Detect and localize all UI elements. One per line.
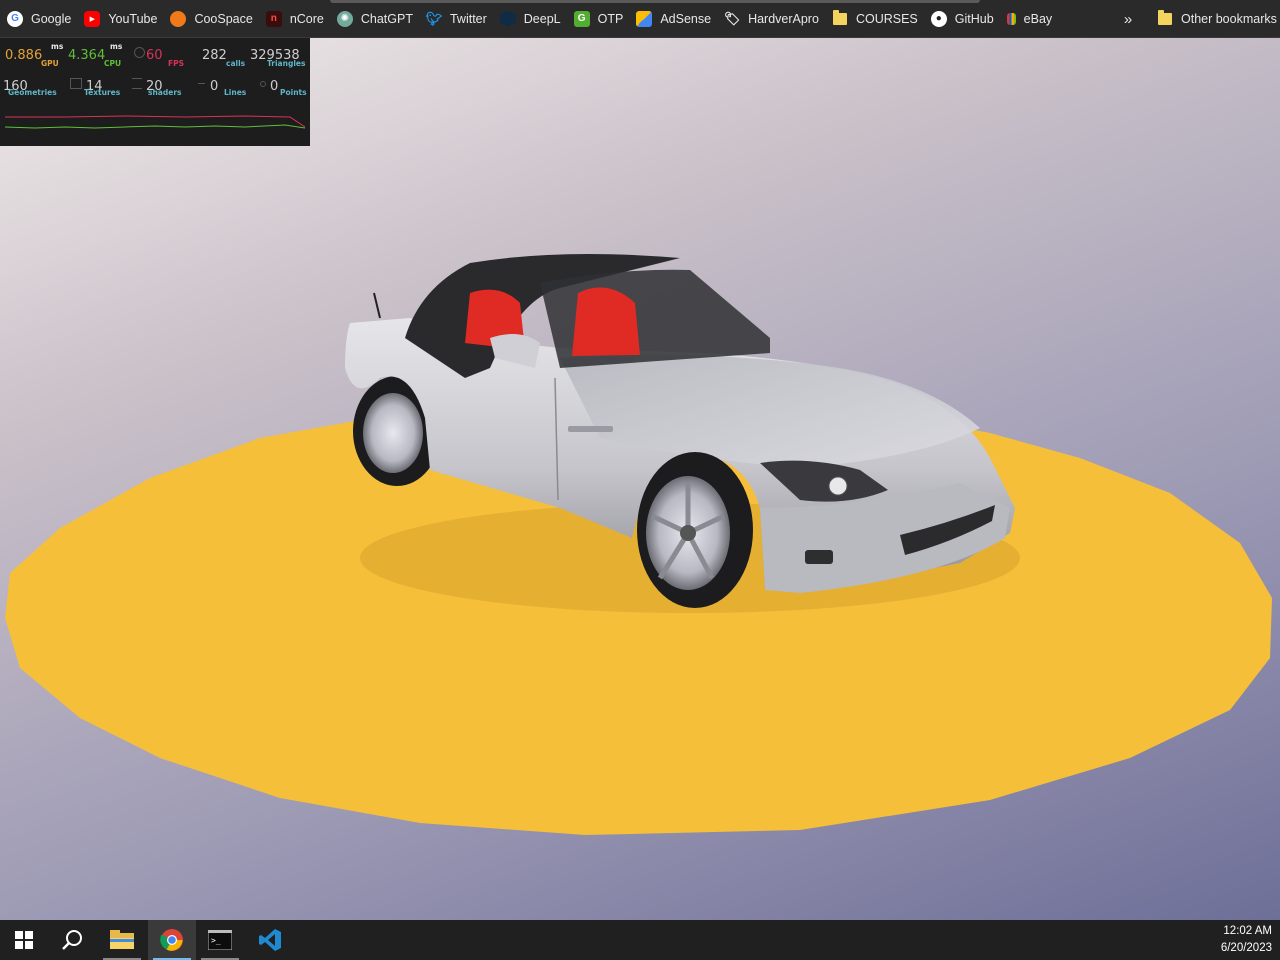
fog-light [805,550,833,564]
line-icon [198,83,205,84]
stat-gpu: 0.886 ms GPU [5,42,64,68]
start-button[interactable] [0,920,48,960]
vscode-button[interactable] [246,920,294,960]
clock-time: 12:02 AM [1223,925,1272,937]
bookmark-folder-courses[interactable]: COURSES [825,5,924,33]
bookmark-adsense[interactable]: AdSense [629,5,717,33]
bookmark-twitter[interactable]: 🐦︎ Twitter [419,5,493,33]
folder-icon [1157,10,1173,27]
github-icon: ● [930,10,947,27]
front-hub [680,525,696,541]
chrome-button[interactable] [148,920,196,960]
bookmark-github[interactable]: ● GitHub [924,5,1000,33]
other-bookmarks[interactable]: Other bookmarks [1150,5,1280,33]
stat-cpu: 4.364 ms CPU [68,42,123,68]
bookmarks-bar: G Google ▶ YouTube CooSpace n nCore ✺ Ch… [0,0,1280,38]
twitter-icon: 🐦︎ [425,10,443,26]
stat-lines: 0 Lines [198,75,246,97]
bookmark-youtube[interactable]: ▶ YouTube [77,5,163,33]
adsense-icon [636,10,653,27]
vscode-icon [259,929,281,951]
youtube-icon: ▶ [84,10,101,27]
cpu-graph-line [5,124,305,129]
terminal-button[interactable]: >_ [196,920,244,960]
google-icon: G [7,10,23,27]
bookmark-google[interactable]: G Google [0,5,77,33]
webgl-canvas[interactable] [0,38,1280,920]
chrome-icon [160,929,183,951]
shader-icon [132,78,142,89]
renderer-stats-panel[interactable]: 0.886 ms GPU 4.364 ms CPU 60 FPS 282 cal… [0,38,310,146]
texture-icon [70,78,82,89]
search-icon [62,930,82,950]
otp-icon: G [573,10,590,27]
stats-graph [5,115,305,129]
file-explorer-button[interactable] [98,920,146,960]
bookmark-otp[interactable]: G OTP [567,5,630,33]
search-button[interactable] [48,920,96,960]
terminal-icon: >_ [208,930,232,950]
folder-icon [832,9,848,27]
bookmarks-overflow-button[interactable]: » [1116,5,1140,33]
folder-icon [110,930,134,949]
stat-fps: 60 FPS [134,44,184,68]
svg-text:>_: >_ [211,936,221,945]
stat-triangles: 329538 Triangles [250,48,306,69]
system-clock[interactable]: 12:02 AM 6/20/2023 [1221,923,1272,957]
chatgpt-icon: ✺ [336,10,353,27]
timer-icon [134,47,145,58]
tab-drag-indicator [330,0,980,3]
bookmark-ebay[interactable]: eBay [1000,5,1059,33]
deepl-icon [499,10,516,27]
coospace-icon [170,10,187,27]
stat-geometries: 160 Geometries [3,79,57,98]
antenna [373,292,381,319]
bookmark-deepl[interactable]: DeepL [493,5,567,33]
bookmark-ncore[interactable]: n nCore [259,5,330,33]
stat-textures: 14 Textures [70,75,120,97]
rear-rim [363,393,423,473]
stat-points: 0 Points [260,75,307,97]
hardverapro-icon: 🏷︎ [723,10,741,26]
point-icon [260,81,266,87]
ebay-icon [1006,12,1016,25]
windows-icon [15,931,33,949]
clock-date: 6/20/2023 [1220,942,1272,954]
headlight-lens [828,476,848,496]
stat-shaders: 20 shaders [132,75,181,97]
bookmark-coospace[interactable]: CooSpace [163,5,258,33]
scene-render [5,254,1272,835]
bookmark-hardverapro[interactable]: 🏷︎ HardverApro [717,5,825,33]
taskbar: >_ 12:02 AM 6/20/2023 [0,920,1280,960]
gpu-graph-line [5,115,305,128]
stat-calls: 282 calls [202,48,246,69]
bookmark-chatgpt[interactable]: ✺ ChatGPT [330,5,419,33]
side-badge [568,426,613,432]
ncore-icon: n [265,10,282,27]
